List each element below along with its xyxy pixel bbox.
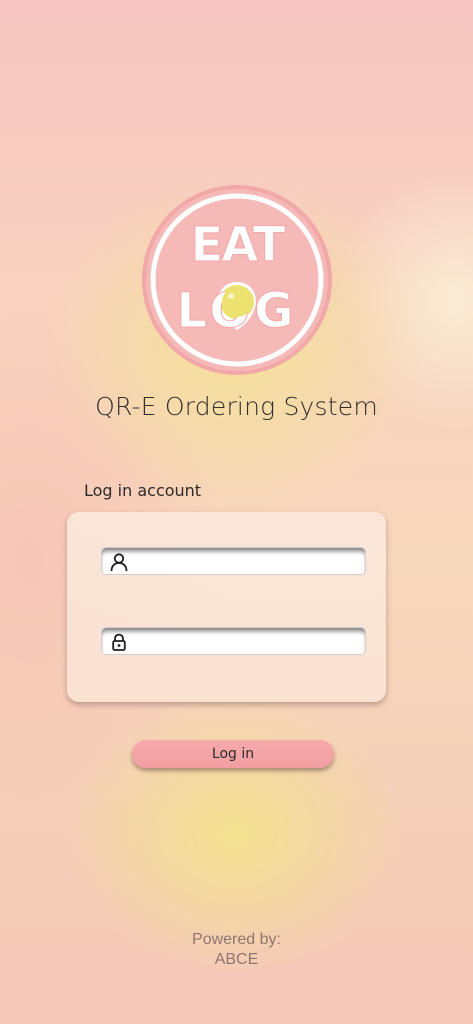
powered-by-label: Powered by: (192, 931, 281, 948)
login-button[interactable]: Log in (132, 740, 334, 768)
login-heading: Log in account (84, 481, 202, 500)
powered-by-company: ABCE (214, 951, 259, 968)
app-title: QR-E Ordering System (95, 392, 378, 421)
powered-by: Powered by: ABCE (0, 930, 473, 970)
app-logo: EAT LOG (141, 184, 333, 376)
login-card (67, 512, 386, 702)
password-input[interactable] (136, 632, 360, 654)
eat-log-logo: EAT LOG (142, 185, 332, 375)
logo-line1: EAT (191, 217, 286, 273)
user-icon (110, 553, 128, 572)
username-input[interactable] (136, 552, 360, 574)
lock-icon (112, 633, 126, 651)
username-field[interactable] (101, 547, 366, 575)
password-field[interactable] (101, 627, 366, 655)
